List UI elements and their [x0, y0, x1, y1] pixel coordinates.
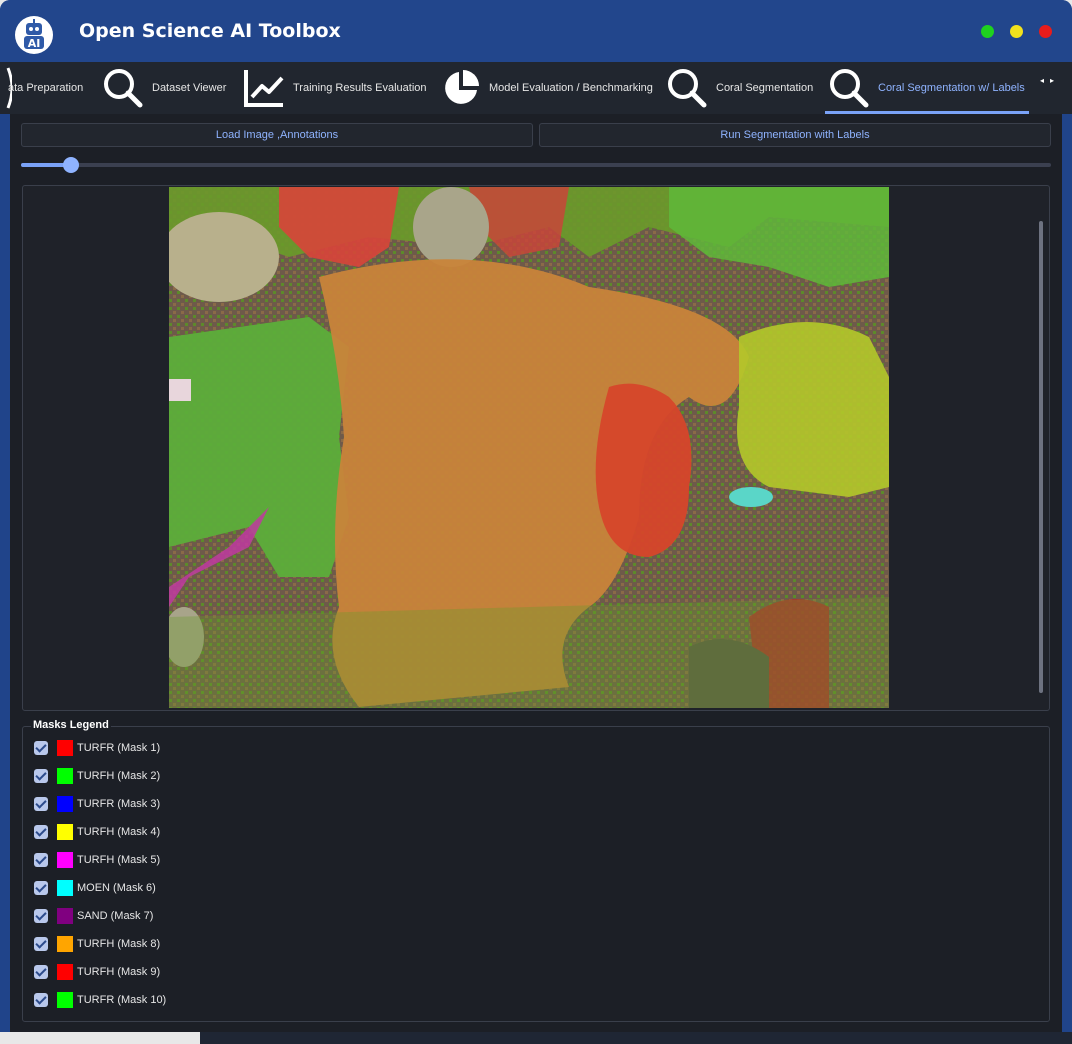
scrollbar-handle[interactable]	[1039, 221, 1043, 693]
mask-label: TURFR (Mask 10)	[77, 994, 167, 1006]
mask-color-swatch	[57, 768, 73, 784]
mask-checkbox[interactable]	[34, 993, 48, 1007]
run-segmentation-button[interactable]: Run Segmentation with Labels	[539, 123, 1051, 147]
masks-legend: Masks Legend TURFR (Mask 1) TURFH (Mask 2…	[22, 719, 1050, 1022]
slider-track[interactable]	[21, 163, 1051, 167]
mask-label: SAND (Mask 7)	[77, 910, 154, 922]
legend-title: Masks Legend	[31, 719, 111, 731]
tab-dataset-viewer[interactable]: Dataset Viewer	[102, 62, 226, 114]
tab-training-results-evaluation[interactable]: Training Results Evaluation	[243, 62, 427, 114]
mask-checkbox[interactable]	[34, 797, 48, 811]
robot-ai-logo-icon: AI	[15, 16, 53, 54]
legend-item: TURFH (Mask 8)	[34, 935, 160, 953]
mask-checkbox[interactable]	[34, 853, 48, 867]
line-chart-icon	[244, 70, 284, 107]
mask-label: TURFH (Mask 4)	[77, 826, 161, 838]
mask-checkbox[interactable]	[34, 825, 48, 839]
mask-label: MOEN (Mask 6)	[77, 882, 156, 894]
mask-color-swatch	[57, 880, 73, 896]
mask-color-swatch	[57, 964, 73, 980]
legend-item: TURFH (Mask 5)	[34, 851, 160, 869]
app-window: AI Open Science AI Toolbox ata Preparati…	[0, 0, 1072, 1032]
search-icon	[668, 69, 707, 108]
tab-data-preparation[interactable]: ata Preparation	[0, 62, 83, 114]
legend-item: TURFR (Mask 10)	[34, 991, 166, 1009]
tab-scroll-arrows-icon[interactable]: ◂▸	[1040, 76, 1060, 85]
tab-model-evaluation[interactable]: Model Evaluation / Benchmarking	[441, 62, 653, 114]
mask-checkbox[interactable]	[34, 769, 48, 783]
maximize-button[interactable]	[1010, 25, 1023, 38]
main-content: Load Image ,Annotations Run Segmentation…	[10, 114, 1062, 1032]
mask-label: TURFH (Mask 5)	[77, 854, 161, 866]
legend-item: SAND (Mask 7)	[34, 907, 153, 925]
tab-label: ata Preparation	[8, 82, 84, 94]
mask-color-swatch	[57, 740, 73, 756]
legend-item: TURFH (Mask 2)	[34, 767, 160, 785]
legend-item: TURFH (Mask 9)	[34, 963, 160, 981]
mask-label: TURFH (Mask 9)	[77, 966, 161, 978]
search-icon	[830, 69, 869, 108]
mask-label: TURFH (Mask 8)	[77, 938, 161, 950]
legend-item: TURFR (Mask 1)	[34, 739, 160, 757]
legend-item: MOEN (Mask 6)	[34, 879, 156, 897]
close-button[interactable]	[1039, 25, 1052, 38]
mask-checkbox[interactable]	[34, 965, 48, 979]
minimize-button[interactable]	[981, 25, 994, 38]
tab-label: Dataset Viewer	[152, 82, 227, 94]
taskbar-strip	[200, 1032, 1072, 1044]
mask-color-swatch	[57, 992, 73, 1008]
load-image-annotations-button[interactable]: Load Image ,Annotations	[21, 123, 533, 147]
logo-text: AI	[28, 37, 41, 50]
mask-color-swatch	[57, 936, 73, 952]
pie-chart-icon	[445, 70, 479, 104]
mask-color-swatch	[57, 852, 73, 868]
mask-checkbox[interactable]	[34, 881, 48, 895]
mask-color-swatch	[57, 824, 73, 840]
segmentation-image	[169, 187, 889, 708]
mask-color-swatch	[57, 908, 73, 924]
tab-bar: ata Preparation Dataset Viewer Training …	[0, 62, 1072, 114]
mask-label: TURFH (Mask 2)	[77, 770, 161, 782]
title-bar: AI Open Science AI Toolbox	[0, 0, 1072, 62]
mask-label: TURFR (Mask 1)	[77, 742, 161, 754]
mask-checkbox[interactable]	[34, 741, 48, 755]
mask-color-swatch	[57, 796, 73, 812]
tab-label: Coral Segmentation	[716, 82, 814, 94]
image-scroll-area[interactable]	[22, 185, 1050, 711]
search-icon	[104, 69, 143, 108]
mask-label: TURFR (Mask 3)	[77, 798, 161, 810]
tab-coral-segmentation[interactable]: Coral Segmentation	[666, 62, 813, 114]
mask-checkbox[interactable]	[34, 937, 48, 951]
mask-checkbox[interactable]	[34, 909, 48, 923]
legend-item: TURFH (Mask 4)	[34, 823, 160, 841]
tab-label: Model Evaluation / Benchmarking	[489, 82, 653, 94]
legend-item: TURFR (Mask 3)	[34, 795, 160, 813]
slider-handle[interactable]	[63, 157, 79, 173]
tab-label: Coral Segmentation w/ Labels	[878, 82, 1025, 94]
app-title: Open Science AI Toolbox	[79, 20, 341, 42]
tab-coral-segmentation-labels[interactable]: Coral Segmentation w/ Labels	[825, 62, 1029, 114]
tab-label: Training Results Evaluation	[293, 82, 427, 94]
